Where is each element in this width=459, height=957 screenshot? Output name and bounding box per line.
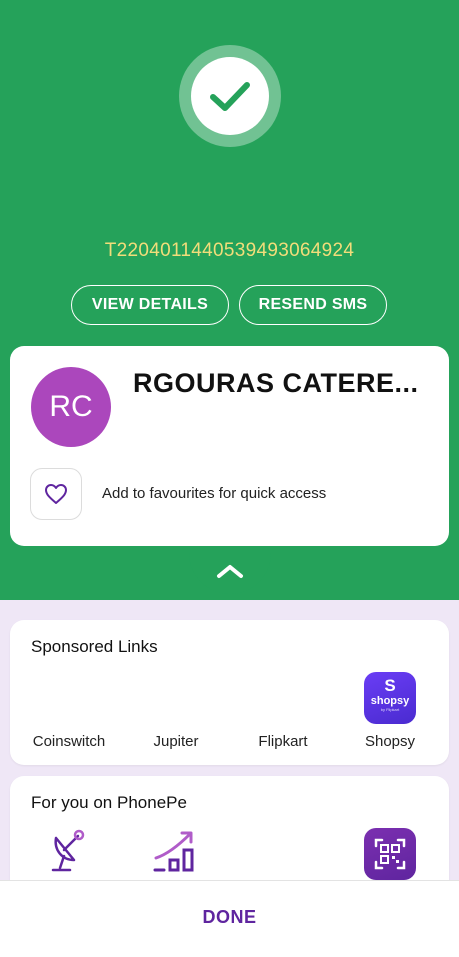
sponsored-link-coinswitch[interactable]: Coinswitch (19, 733, 119, 750)
satellite-dish-icon[interactable] (48, 828, 94, 874)
chevron-up-icon (217, 565, 243, 578)
favourite-button[interactable] (30, 468, 82, 520)
shopsy-logo-letter: S (384, 676, 396, 695)
merchant-card: RC RGOURAS CATERE... Add to favourites f… (10, 346, 449, 546)
growth-chart-icon[interactable] (152, 828, 200, 874)
sponsored-link-jupiter[interactable]: Jupiter (126, 733, 226, 750)
sponsored-title: Sponsored Links (31, 637, 158, 656)
heart-icon (45, 484, 67, 504)
transaction-id: T2204011440539493064924 (104, 240, 355, 261)
favourite-hint: Add to favourites for quick access (102, 485, 327, 502)
sponsored-links-card: Sponsored Links S shopsy by Flipkart Coi… (10, 620, 449, 765)
shopsy-logo-icon[interactable]: S shopsy by Flipkart (364, 672, 416, 724)
avatar: RC (31, 367, 111, 447)
done-button[interactable]: DONE (0, 881, 459, 953)
checkmark-icon (210, 82, 250, 111)
merchant-name: RGOURAS CATERE... (133, 368, 419, 398)
shopsy-logo-sub: by Flipkart (380, 707, 400, 712)
sponsored-link-flipkart[interactable]: Flipkart (233, 733, 333, 750)
shopsy-logo-word: shopsy (370, 695, 410, 707)
bottom-bar: DONE (0, 880, 459, 957)
for-you-title: For you on PhonePe (31, 793, 187, 812)
qr-scanner-icon[interactable] (364, 828, 416, 880)
view-details-button[interactable]: VIEW DETAILS (71, 285, 229, 325)
sponsored-link-shopsy[interactable]: Shopsy (340, 733, 440, 750)
success-check-badge (179, 45, 281, 147)
resend-sms-button[interactable]: RESEND SMS (239, 285, 387, 325)
